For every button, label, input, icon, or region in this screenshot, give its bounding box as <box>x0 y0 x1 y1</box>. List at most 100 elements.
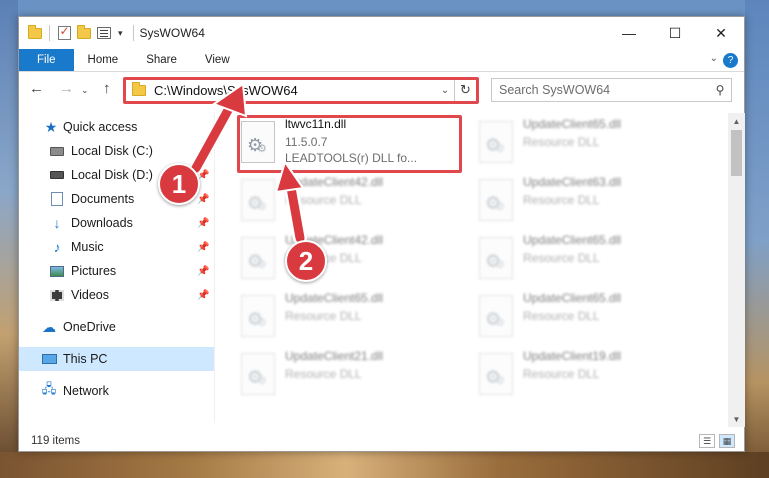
downloads-icon: ↓ <box>53 215 61 231</box>
dll-file-icon <box>479 295 513 337</box>
file-item[interactable]: UpdateClient42.dll Resource DLL <box>241 233 469 291</box>
tab-file[interactable]: File <box>19 49 74 71</box>
file-type: Resource DLL <box>523 309 600 323</box>
sidebar-item-label: Local Disk (C:) <box>71 144 153 158</box>
sidebar-item-this-pc[interactable]: This PC <box>19 347 214 371</box>
pin-icon: 📌 <box>197 265 210 277</box>
window-title: SysWOW64 <box>139 26 205 40</box>
search-icon[interactable]: ⚲ <box>709 83 731 97</box>
file-name: UpdateClient65.dll <box>285 291 384 305</box>
sidebar-item-pictures[interactable]: Pictures 📌 <box>19 259 214 283</box>
sidebar-item-label: Music <box>71 240 104 254</box>
file-item[interactable]: UpdateClient65.dll Resource DLL <box>479 117 707 175</box>
dll-file-icon <box>479 121 513 163</box>
sidebar-item-onedrive[interactable]: ☁ OneDrive <box>19 315 214 339</box>
up-arrow-icon[interactable]: ↑ <box>103 80 111 97</box>
callout-badge-2: 2 <box>285 240 327 282</box>
minimize-button[interactable]: — <box>606 17 652 49</box>
file-type: Resource DLL <box>523 251 600 265</box>
file-item[interactable]: UpdateClient42.dll Resource DLL <box>241 175 469 233</box>
forward-arrow-icon[interactable]: → <box>59 80 74 97</box>
scroll-up-arrow-icon[interactable]: ▲ <box>728 113 745 129</box>
maximize-button[interactable]: ☐ <box>652 17 698 49</box>
help-icon[interactable]: ? <box>723 53 738 68</box>
address-history-chevron-icon[interactable]: ⌄ <box>436 85 454 96</box>
disk-icon <box>49 144 65 158</box>
file-name: ltwvc11n.dll <box>285 117 347 131</box>
tab-view[interactable]: View <box>191 49 244 71</box>
explorer-window: ▾ SysWOW64 — ☐ ✕ File Home Share View ⌄ … <box>18 16 745 452</box>
recent-locations-chevron-icon[interactable]: ⌄ <box>81 85 89 96</box>
scroll-thumb[interactable] <box>731 130 742 176</box>
pictures-icon <box>49 264 65 278</box>
sidebar-item-label: This PC <box>63 352 108 366</box>
chevron-down-icon[interactable]: ⌄ <box>710 53 718 64</box>
file-description: LEADTOOLS(r) DLL fo... <box>285 151 418 165</box>
sidebar-item-quick-access[interactable]: ★ Quick access <box>19 115 214 139</box>
file-item[interactable]: UpdateClient65.dll Resource DLL <box>241 291 469 349</box>
toolbar-separator <box>132 25 134 41</box>
sidebar-item-label: Documents <box>71 192 135 206</box>
folder-icon <box>27 24 43 41</box>
file-type: Resource DLL <box>523 135 600 149</box>
pc-icon <box>41 352 57 366</box>
title-bar: ▾ SysWOW64 — ☐ ✕ <box>19 17 744 49</box>
properties-check-icon[interactable] <box>56 24 72 41</box>
scroll-down-arrow-icon[interactable]: ▼ <box>728 411 745 427</box>
pin-icon: 📌 <box>197 217 210 229</box>
sidebar-item-downloads[interactable]: ↓ Downloads 📌 <box>19 211 214 235</box>
sidebar-item-label: Local Disk (D:) <box>71 168 153 182</box>
onedrive-icon: ☁ <box>42 318 56 335</box>
sidebar-item-music[interactable]: ♪ Music 📌 <box>19 235 214 259</box>
sidebar-item-local-disk-c[interactable]: Local Disk (C:) 📌 <box>19 139 214 163</box>
customize-toolbar-chevron-icon[interactable]: ▾ <box>118 28 123 39</box>
music-icon: ♪ <box>53 239 61 255</box>
refresh-button[interactable]: ↻ <box>454 79 476 101</box>
vertical-scrollbar[interactable]: ▲ ▼ <box>728 113 745 427</box>
address-bar[interactable]: C:\Windows\SysWOW64 ⌄ ↻ <box>125 78 477 102</box>
dll-file-icon <box>241 179 275 221</box>
disk-icon <box>49 168 65 182</box>
file-type: Resource DLL <box>523 193 600 207</box>
back-arrow-icon[interactable]: ← <box>29 80 44 97</box>
address-path[interactable]: C:\Windows\SysWOW64 <box>154 83 436 98</box>
file-item[interactable]: UpdateClient65.dll Resource DLL <box>479 291 707 349</box>
sidebar-item-label: Pictures <box>71 264 117 278</box>
sidebar-item-label: OneDrive <box>63 320 116 334</box>
file-type: Resource DLL <box>285 367 362 381</box>
file-type: Resource DLL <box>285 309 362 323</box>
file-item[interactable]: UpdateClient63.dll Resource DLL <box>479 175 707 233</box>
dll-file-icon <box>479 353 513 395</box>
search-input[interactable]: Search SysWOW64 <box>499 83 709 97</box>
tab-share[interactable]: Share <box>132 49 191 71</box>
close-button[interactable]: ✕ <box>698 17 744 49</box>
desktop-wallpaper-bottom <box>0 452 769 478</box>
sidebar-item-label: Network <box>63 384 109 398</box>
sidebar-item-videos[interactable]: Videos 📌 <box>19 283 214 307</box>
documents-icon <box>49 192 65 206</box>
pane-divider[interactable] <box>214 113 215 423</box>
pin-icon: 📌 <box>197 193 210 205</box>
tab-home[interactable]: Home <box>74 49 133 71</box>
file-name: UpdateClient42.dll <box>285 175 384 189</box>
file-item[interactable]: UpdateClient65.dll Resource DLL <box>479 233 707 291</box>
network-icon: 🖧 <box>41 381 57 396</box>
toolbar-separator <box>49 25 50 41</box>
file-name: UpdateClient65.dll <box>523 291 622 305</box>
sidebar-item-network[interactable]: 🖧 Network <box>19 379 214 403</box>
quick-access-toolbar: ▾ <box>19 24 140 41</box>
dll-file-icon <box>479 237 513 279</box>
large-icons-view-icon[interactable]: ▦ <box>719 434 735 448</box>
callout-badge-1: 1 <box>158 163 200 205</box>
details-view-icon[interactable]: ☰ <box>699 434 715 448</box>
file-item[interactable]: UpdateClient19.dll Resource DLL <box>479 349 707 407</box>
dll-file-icon <box>241 295 275 337</box>
file-item-ltwvc11n[interactable]: ltwvc11n.dll 11.5.0.7 LEADTOOLS(r) DLL f… <box>241 117 469 175</box>
new-folder-icon[interactable] <box>76 24 92 41</box>
videos-icon <box>49 288 65 302</box>
search-box[interactable]: Search SysWOW64 ⚲ <box>491 78 732 102</box>
file-item[interactable]: UpdateClient21.dll Resource DLL <box>241 349 469 407</box>
navigation-pane: ★ Quick access Local Disk (C:) 📌 Local D… <box>19 113 214 423</box>
dll-file-icon <box>241 237 275 279</box>
properties-icon[interactable] <box>96 25 112 41</box>
